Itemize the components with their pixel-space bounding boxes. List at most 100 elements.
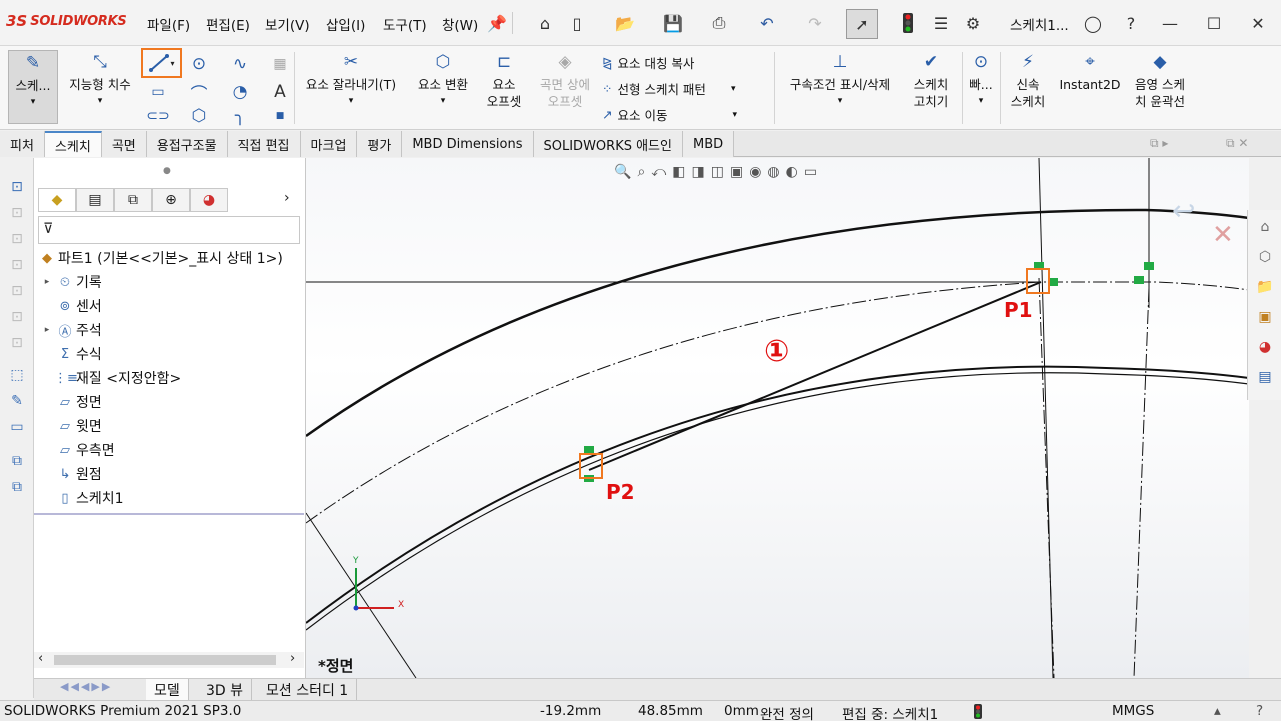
graphics-area[interactable]: 🔍 ⌕ ⤺ ◧ ◨ ◫ ▣ ◉ ◍ ◐ ▭ P1 P2 ① Y X *정면 ↩ … xyxy=(306,158,1249,678)
tab-features[interactable]: 피처 xyxy=(0,131,45,157)
scroll-right-icon[interactable]: › xyxy=(290,651,295,666)
horizontal-scrollbar[interactable]: ‹ › xyxy=(34,651,304,668)
configuration-manager-tab[interactable]: ⧉ xyxy=(114,188,152,212)
tree-root-part[interactable]: ◆ 파트1 (기본<<기본>_표시 상태 1>) xyxy=(36,247,283,269)
tree-item[interactable]: ▱ 우측면 xyxy=(40,439,115,461)
tab-scroll-arrows-icon[interactable]: ◀◀◀▶▶ xyxy=(60,680,112,693)
tree-item[interactable]: ▯ 스케치1 xyxy=(40,487,123,509)
view-icon[interactable]: ⊡ xyxy=(6,280,28,302)
tab-weldments[interactable]: 용접구조물 xyxy=(146,131,228,157)
menu-view[interactable]: 보기(V) xyxy=(265,14,310,34)
save-icon[interactable]: 💾 xyxy=(662,12,684,34)
tab-motion-study[interactable]: 모션 스터디 1 xyxy=(258,679,358,701)
smart-dimension-button[interactable]: ⤡ 지능형 치수 ▾ xyxy=(62,50,138,110)
line-tool-button[interactable]: ▾ xyxy=(141,48,182,78)
open-folder-icon[interactable]: 📂 xyxy=(614,12,636,34)
panel-grip-icon[interactable]: ● xyxy=(163,166,171,176)
custom-properties-icon[interactable]: ▤ xyxy=(1254,366,1276,388)
undo-icon[interactable]: ↶ xyxy=(756,12,778,34)
view-palette-icon[interactable]: ▣ xyxy=(1254,306,1276,328)
selection-filter-icon[interactable]: ⬚ xyxy=(6,364,28,386)
expand-arrow-icon[interactable]: ▸ xyxy=(40,277,54,287)
rebuild-traffic-light-icon[interactable] xyxy=(897,12,919,34)
tab-3d-view[interactable]: 3D 뷰 xyxy=(198,679,253,701)
status-help-icon[interactable]: ? xyxy=(1256,703,1263,719)
tree-item[interactable]: ↳ 원점 xyxy=(40,463,102,485)
tree-item[interactable]: ⊚ 센서 xyxy=(40,295,102,317)
new-document-icon[interactable]: ▯ xyxy=(566,12,588,34)
file-explorer-icon[interactable]: 📁 xyxy=(1254,276,1276,298)
select-pointer-icon[interactable]: ➚ xyxy=(846,9,878,39)
quick-snaps-button[interactable]: ⊙ 빠... ▾ xyxy=(964,50,998,110)
options-gear-icon[interactable]: ⚙ xyxy=(962,12,984,34)
rectangle-tool-icon[interactable]: ▭ xyxy=(146,80,170,104)
tab-solidworks-addins[interactable]: SOLIDWORKS 애드인 xyxy=(533,131,683,157)
confirm-sketch-icon[interactable]: ↩ xyxy=(1172,194,1195,227)
tree-item[interactable]: ▱ 윗면 xyxy=(40,415,102,437)
panel-restore-icon[interactable]: ⧉ ▸ xyxy=(1150,136,1168,151)
tree-item[interactable]: ▸ ⏲ 기록 xyxy=(40,271,102,293)
point-tool-icon[interactable]: ■ xyxy=(268,104,292,128)
cancel-sketch-icon[interactable]: ✕ xyxy=(1212,220,1234,250)
tree-item[interactable]: ▱ 정면 xyxy=(40,391,102,413)
view-orientation-icon[interactable]: ⊡ xyxy=(6,202,28,224)
menu-edit[interactable]: 편집(E) xyxy=(206,14,250,34)
fillet-tool-icon[interactable]: ╮ xyxy=(228,104,252,128)
tree-item[interactable]: Σ 수식 xyxy=(40,343,102,365)
file-properties-icon[interactable]: ☰ xyxy=(930,12,952,34)
user-account-icon[interactable]: ◯ xyxy=(1082,12,1104,34)
linear-pattern-button[interactable]: ⁘ 선형 스케치 패턴 ▾ xyxy=(602,79,735,98)
arc-tool-icon[interactable]: ⌒ xyxy=(187,80,211,105)
dimxpert-manager-tab[interactable]: ⊕ xyxy=(152,188,190,212)
tab-mbd[interactable]: MBD xyxy=(682,131,735,157)
display-tool-icon[interactable]: ▭ xyxy=(6,416,28,438)
move-entities-button[interactable]: ↗ 요소 이동 ▾ xyxy=(602,105,737,124)
tab-surfaces[interactable]: 곡면 xyxy=(101,131,147,157)
feature-manager-tab[interactable]: ◆ xyxy=(38,188,76,212)
tab-markup[interactable]: 마크업 xyxy=(300,131,358,157)
text-tool-icon[interactable]: A xyxy=(268,80,292,104)
scroll-left-icon[interactable]: ‹ xyxy=(38,651,43,666)
view-icon[interactable]: ⊡ xyxy=(6,254,28,276)
close-button[interactable]: ✕ xyxy=(1238,8,1278,38)
home-icon[interactable]: ⌂ xyxy=(534,12,556,34)
layer-icon[interactable]: ⧉ xyxy=(6,476,28,498)
display-manager-tab[interactable]: ◕ xyxy=(190,188,228,212)
repair-tool-icon[interactable]: ✎ xyxy=(6,390,28,412)
exit-sketch-icon[interactable]: ⊡ xyxy=(6,176,28,198)
window-controls-icon[interactable]: ⧉ ✕ xyxy=(1226,136,1248,151)
app-logo[interactable]: 3S SOLIDWORKS xyxy=(6,12,127,30)
scroll-thumb[interactable] xyxy=(54,655,276,665)
minimize-button[interactable]: — xyxy=(1150,8,1190,38)
display-delete-relations-button[interactable]: ⊥ 구속조건 표시/삭제 ▾ xyxy=(778,50,902,110)
tab-model[interactable]: 모델 xyxy=(146,679,189,701)
view-icon[interactable]: ⊡ xyxy=(6,332,28,354)
redo-icon[interactable]: ↷ xyxy=(804,12,826,34)
help-icon[interactable]: ? xyxy=(1120,12,1142,34)
offset-on-surface-button[interactable]: ◈ 곡면 상에 오프셋 xyxy=(532,50,598,110)
tab-evaluate[interactable]: 평가 xyxy=(357,131,403,157)
tab-sketch[interactable]: 스케치 xyxy=(44,131,102,157)
tab-mbd-dimensions[interactable]: MBD Dimensions xyxy=(402,131,534,157)
chevron-right-icon[interactable]: › xyxy=(284,190,290,206)
sketch-grid-icon[interactable]: ▦ xyxy=(268,52,292,76)
menu-tools[interactable]: 도구(T) xyxy=(383,14,427,34)
appearances-icon[interactable]: ◕ xyxy=(1254,336,1276,358)
unit-system[interactable]: MMGS xyxy=(1112,703,1154,719)
mirror-entities-button[interactable]: ⧎ 요소 대칭 복사 xyxy=(602,53,694,72)
rollback-bar[interactable] xyxy=(34,513,304,515)
spline-tool-icon[interactable]: ∿ xyxy=(228,52,252,76)
print-icon[interactable]: ⎙ xyxy=(708,12,730,34)
trim-entities-button[interactable]: ✂ 요소 잘라내기(T) ▾ xyxy=(298,50,404,110)
ellipse-tool-icon[interactable]: ◔ xyxy=(228,80,252,104)
polygon-tool-icon[interactable]: ⬡ xyxy=(187,104,211,128)
home-icon[interactable]: ⌂ xyxy=(1254,216,1276,238)
slot-tool-icon[interactable]: ⊂⊃ xyxy=(146,104,170,128)
tree-item[interactable]: ⋮≡ 재질 <지정안함> xyxy=(40,367,181,389)
view-icon[interactable]: ⊡ xyxy=(6,228,28,250)
rebuild-status-icon[interactable] xyxy=(974,704,982,721)
design-library-icon[interactable]: ⬡ xyxy=(1254,246,1276,268)
menu-window[interactable]: 창(W) xyxy=(442,14,478,34)
tree-filter-input[interactable]: ⊽ xyxy=(38,216,300,244)
menu-insert[interactable]: 삽입(I) xyxy=(326,14,365,34)
